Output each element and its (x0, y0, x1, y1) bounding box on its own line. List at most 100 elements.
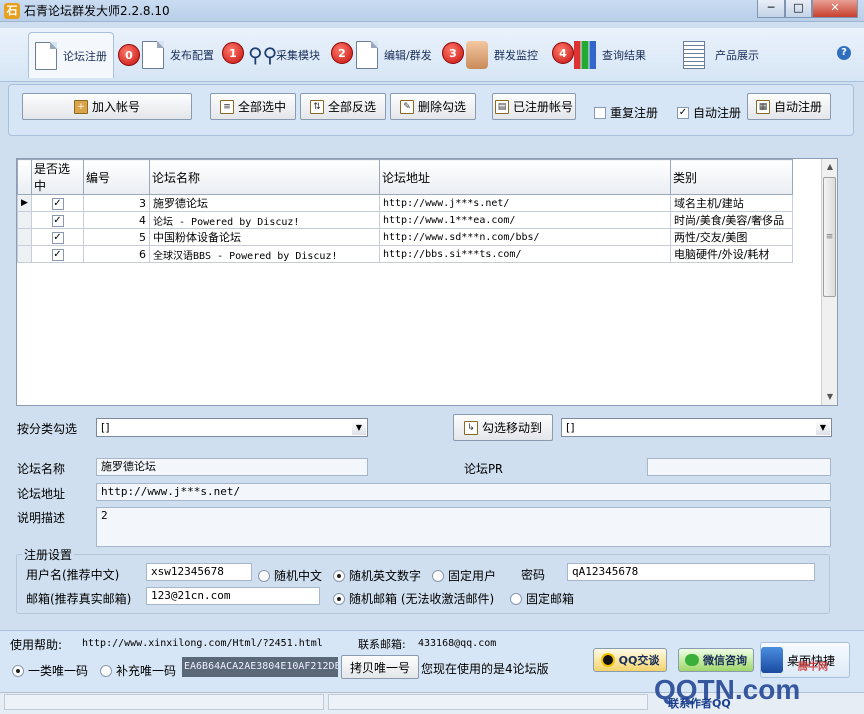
tab-product-showcase[interactable]: 产品展示 (683, 32, 759, 78)
password-input[interactable]: qA12345678 (567, 563, 815, 581)
code-type-b-radio[interactable]: 补充唯一码 (100, 662, 176, 679)
code-type-b-label: 补充唯一码 (116, 664, 177, 678)
description-field[interactable]: 2 (96, 507, 831, 547)
move-checked-button[interactable]: ↳ 勾选移动到 (453, 414, 553, 441)
move-checked-label: 勾选移动到 (481, 421, 542, 435)
fixed-user-label: 固定用户 (448, 569, 497, 583)
radio[interactable] (510, 592, 522, 605)
row-checkbox[interactable]: ✓ (51, 215, 64, 227)
watermark-text: QQTN.com (654, 674, 801, 705)
selected-cell[interactable]: ✓ (31, 211, 84, 229)
url-cell: http://www.j***s.net/ (379, 194, 671, 212)
radio[interactable] (432, 569, 444, 582)
select-all-button[interactable]: ≡ 全部选中 (210, 93, 296, 120)
row-indicator (17, 228, 32, 246)
tab-query-results[interactable]: 查询结果 (574, 32, 646, 78)
checkbox[interactable]: ✓ (677, 106, 689, 119)
watermark-sub: 腾牛网 (798, 662, 828, 673)
minimize-button[interactable]: ─ (757, 0, 785, 18)
email-input[interactable]: 123@21cn.com (146, 587, 320, 605)
name-cell: 中国粉体设备论坛 (149, 228, 380, 246)
random-email-label: 随机邮箱 (无法收激活邮件) (349, 592, 495, 606)
radio[interactable] (333, 592, 345, 605)
watermark-logo: 腾牛网 QQTN.com (648, 662, 858, 712)
grid-scrollbar[interactable]: ▲ ≡ ▼ (821, 159, 837, 405)
table-row[interactable]: ▶ ✓ 3 施罗德论坛 http://www.j***s.net/ 域名主机/建… (17, 194, 793, 212)
help-icon[interactable]: ? (837, 46, 851, 60)
table-row[interactable]: ✓ 5 中国粉体设备论坛 http://www.sd***n.com/bbs/ … (17, 228, 793, 246)
selected-cell[interactable]: ✓ (31, 245, 84, 263)
radio[interactable] (333, 569, 345, 582)
row-checkbox[interactable]: ✓ (51, 232, 64, 244)
forum-url-field[interactable]: http://www.j***s.net/ (96, 483, 831, 501)
close-button[interactable]: ✕ (812, 0, 858, 18)
row-indicator (17, 211, 32, 229)
url-cell: http://www.sd***n.com/bbs/ (379, 228, 671, 246)
table-row[interactable]: ✓ 6 全球汉语BBS - Powered by Discuz! http://… (17, 245, 793, 263)
chevron-down-icon[interactable]: ▼ (816, 420, 830, 435)
scroll-thumb[interactable]: ≡ (823, 177, 836, 297)
category-filter-label: 按分类勾选 (17, 422, 78, 436)
random-alnum-radio[interactable]: 随机英文数字 (333, 567, 421, 584)
select-all-icon: ≡ (219, 99, 234, 114)
tab-collect-module[interactable]: ⚲⚲ 采集模块 (248, 32, 320, 78)
tab-edit-send[interactable]: 编辑/群发 (356, 32, 432, 78)
scroll-down-icon[interactable]: ▼ (822, 389, 838, 405)
auto-register-button[interactable]: ▦ 自动注册 (747, 93, 831, 120)
auto-register-checkbox[interactable]: ✓ 自动注册 (677, 104, 741, 121)
status-cell (4, 694, 324, 710)
id-cell: 6 (83, 245, 150, 263)
step-badge: 4 (552, 42, 574, 64)
selected-cell[interactable]: ✓ (31, 228, 84, 246)
add-account-label: 加入帐号 (91, 100, 140, 114)
move-target-select[interactable]: [] ▼ (561, 418, 832, 437)
maximize-button[interactable]: □ (785, 0, 812, 18)
invert-select-button[interactable]: ⇅ 全部反选 (300, 93, 386, 120)
random-email-radio[interactable]: 随机邮箱 (无法收激活邮件) (333, 590, 494, 607)
table-row[interactable]: ✓ 4 论坛 - Powered by Discuz! http://www.1… (17, 211, 793, 229)
contact-label: 联系邮箱: (358, 638, 406, 651)
repeat-register-checkbox[interactable]: 重复注册 (594, 104, 658, 121)
registered-accounts-button[interactable]: ▤ 已注册帐号 (492, 93, 576, 120)
delete-checked-button[interactable]: ✎ 删除勾选 (390, 93, 476, 120)
col-header-category[interactable]: 类别 (670, 159, 793, 195)
contact-email[interactable]: 433168@qq.com (418, 638, 496, 649)
tab-forum-register[interactable]: 论坛注册 (28, 32, 114, 78)
code-type-a-radio[interactable]: 一类唯一码 (12, 662, 88, 679)
radio[interactable] (100, 664, 112, 677)
forum-name-field[interactable]: 施罗德论坛 (96, 458, 368, 476)
radio[interactable] (12, 664, 24, 677)
col-header-selected[interactable]: 是否选中 (31, 159, 84, 195)
col-header-name[interactable]: 论坛名称 (149, 159, 380, 195)
fixed-user-radio[interactable]: 固定用户 (432, 567, 496, 584)
random-chinese-radio[interactable]: 随机中文 (258, 567, 322, 584)
help-link[interactable]: http://www.xinxilong.com/Html/?2451.html (82, 638, 323, 649)
auto-register-button-label: 自动注册 (773, 100, 822, 114)
chevron-down-icon[interactable]: ▼ (352, 420, 366, 435)
radio[interactable] (258, 569, 270, 582)
col-header-url[interactable]: 论坛地址 (379, 159, 671, 195)
fixed-email-radio[interactable]: 固定邮箱 (510, 590, 574, 607)
app-icon: 石 (4, 3, 20, 19)
row-checkbox[interactable]: ✓ (51, 249, 64, 261)
forum-pr-field[interactable] (647, 458, 831, 476)
checkbox[interactable] (594, 106, 606, 119)
tab-publish-config[interactable]: 发布配置 (142, 32, 214, 78)
forum-url-label: 论坛地址 (17, 487, 66, 501)
tab-send-monitor[interactable]: 群发监控 (466, 32, 538, 78)
invert-select-icon: ⇅ (309, 99, 324, 114)
add-account-button[interactable]: + 加入帐号 (22, 93, 192, 120)
username-input[interactable]: xsw12345678 (146, 563, 252, 581)
selected-cell[interactable]: ✓ (31, 194, 84, 212)
unique-code-field[interactable]: EA6B64ACA2AE3804E10AF212DE (182, 657, 338, 677)
copy-code-button[interactable]: 拷贝唯一号 (341, 655, 419, 679)
scroll-up-icon[interactable]: ▲ (822, 159, 838, 175)
tab-label: 产品展示 (715, 49, 759, 62)
row-checkbox[interactable]: ✓ (51, 198, 64, 210)
category-cell: 电脑硬件/外设/耗材 (670, 245, 793, 263)
bar-chart-icon (574, 41, 596, 69)
step-badge: 2 (331, 42, 353, 64)
col-header-id[interactable]: 编号 (83, 159, 150, 195)
category-filter-select[interactable]: [] ▼ (96, 418, 368, 437)
url-cell: http://bbs.si***ts.com/ (379, 245, 671, 263)
